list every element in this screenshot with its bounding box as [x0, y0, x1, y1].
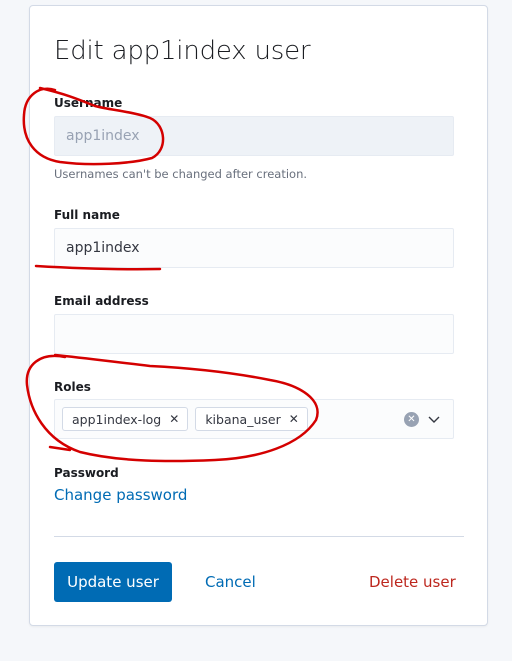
username-field: app1index: [54, 116, 454, 156]
roles-combobox[interactable]: app1index-log ✕ kibana_user ✕ ✕: [54, 399, 454, 439]
password-label: Password: [54, 466, 119, 480]
divider: [54, 536, 464, 537]
update-user-button[interactable]: Update user: [54, 562, 172, 602]
full-name-label: Full name: [54, 208, 120, 222]
full-name-input[interactable]: [54, 228, 454, 268]
clear-icon[interactable]: ✕: [404, 412, 419, 427]
close-icon[interactable]: ✕: [169, 412, 179, 426]
close-icon[interactable]: ✕: [289, 412, 299, 426]
role-pill: app1index-log ✕: [62, 407, 189, 431]
email-input[interactable]: [54, 314, 454, 354]
username-help-text: Usernames can't be changed after creatio…: [54, 167, 308, 181]
role-pill: kibana_user ✕: [195, 407, 308, 431]
change-password-link[interactable]: Change password: [54, 486, 187, 504]
cancel-button[interactable]: Cancel: [205, 562, 256, 602]
role-pill-label: kibana_user: [205, 411, 281, 427]
role-pill-label: app1index-log: [72, 411, 162, 427]
chevron-down-icon[interactable]: [426, 411, 442, 427]
username-label: Username: [54, 96, 123, 110]
roles-label: Roles: [54, 380, 91, 394]
email-label: Email address: [54, 294, 149, 308]
edit-user-panel: Edit app1index user Username app1index U…: [29, 5, 488, 626]
delete-user-button[interactable]: Delete user: [369, 562, 456, 602]
page-title: Edit app1index user: [54, 36, 311, 66]
